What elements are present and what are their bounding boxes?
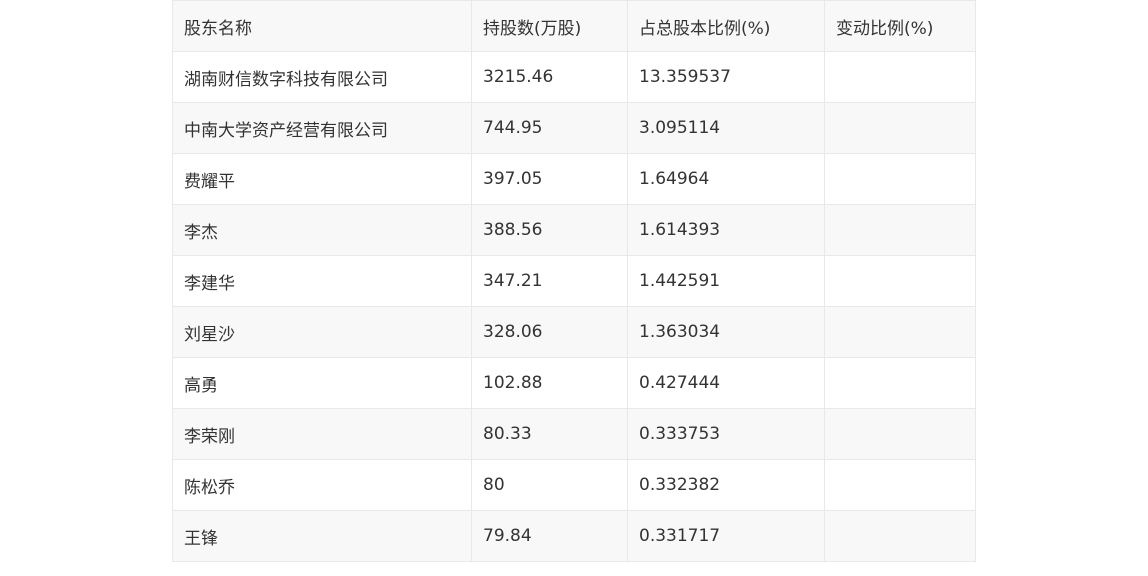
header-shares-held: 持股数(万股) <box>471 0 628 52</box>
cell-change-ratio <box>824 357 976 409</box>
cell-share-ratio: 1.363034 <box>627 306 825 358</box>
cell-change-ratio <box>824 51 976 103</box>
cell-shares-held: 80 <box>471 459 628 511</box>
cell-share-ratio: 13.359537 <box>627 51 825 103</box>
table-row: 中南大学资产经营有限公司 744.95 3.095114 <box>172 102 976 154</box>
cell-shares-held: 79.84 <box>471 510 628 562</box>
cell-share-ratio: 0.333753 <box>627 408 825 460</box>
cell-shareholder-name: 王锋 <box>172 510 472 562</box>
cell-shares-held: 388.56 <box>471 204 628 256</box>
cell-share-ratio: 0.332382 <box>627 459 825 511</box>
cell-share-ratio: 1.442591 <box>627 255 825 307</box>
header-share-ratio: 占总股本比例(%) <box>627 0 825 52</box>
cell-change-ratio <box>824 102 976 154</box>
cell-shareholder-name: 李建华 <box>172 255 472 307</box>
cell-shares-held: 3215.46 <box>471 51 628 103</box>
cell-shares-held: 102.88 <box>471 357 628 409</box>
cell-change-ratio <box>824 459 976 511</box>
header-shareholder-name: 股东名称 <box>172 0 472 52</box>
cell-share-ratio: 1.64964 <box>627 153 825 205</box>
cell-change-ratio <box>824 408 976 460</box>
table-row: 陈松乔 80 0.332382 <box>172 459 976 511</box>
table-header-row: 股东名称 持股数(万股) 占总股本比例(%) 变动比例(%) <box>172 0 976 52</box>
cell-shareholder-name: 高勇 <box>172 357 472 409</box>
cell-change-ratio <box>824 204 976 256</box>
header-change-ratio: 变动比例(%) <box>824 0 976 52</box>
table-row: 李杰 388.56 1.614393 <box>172 204 976 256</box>
cell-shareholder-name: 李杰 <box>172 204 472 256</box>
cell-shareholder-name: 陈松乔 <box>172 459 472 511</box>
cell-shares-held: 397.05 <box>471 153 628 205</box>
cell-shareholder-name: 中南大学资产经营有限公司 <box>172 102 472 154</box>
cell-shares-held: 744.95 <box>471 102 628 154</box>
cell-share-ratio: 0.427444 <box>627 357 825 409</box>
cell-shareholder-name: 刘星沙 <box>172 306 472 358</box>
cell-share-ratio: 3.095114 <box>627 102 825 154</box>
table-row: 高勇 102.88 0.427444 <box>172 357 976 409</box>
cell-shares-held: 80.33 <box>471 408 628 460</box>
cell-shareholder-name: 湖南财信数字科技有限公司 <box>172 51 472 103</box>
cell-shareholder-name: 李荣刚 <box>172 408 472 460</box>
table-row: 王锋 79.84 0.331717 <box>172 510 976 562</box>
cell-shares-held: 328.06 <box>471 306 628 358</box>
table-row: 刘星沙 328.06 1.363034 <box>172 306 976 358</box>
shareholder-table: 股东名称 持股数(万股) 占总股本比例(%) 变动比例(%) 湖南财信数字科技有… <box>172 0 976 562</box>
cell-share-ratio: 0.331717 <box>627 510 825 562</box>
table-row: 湖南财信数字科技有限公司 3215.46 13.359537 <box>172 51 976 103</box>
cell-share-ratio: 1.614393 <box>627 204 825 256</box>
cell-shares-held: 347.21 <box>471 255 628 307</box>
table-row: 李荣刚 80.33 0.333753 <box>172 408 976 460</box>
cell-shareholder-name: 费耀平 <box>172 153 472 205</box>
cell-change-ratio <box>824 306 976 358</box>
table-row: 李建华 347.21 1.442591 <box>172 255 976 307</box>
cell-change-ratio <box>824 510 976 562</box>
cell-change-ratio <box>824 153 976 205</box>
table-row: 费耀平 397.05 1.64964 <box>172 153 976 205</box>
cell-change-ratio <box>824 255 976 307</box>
